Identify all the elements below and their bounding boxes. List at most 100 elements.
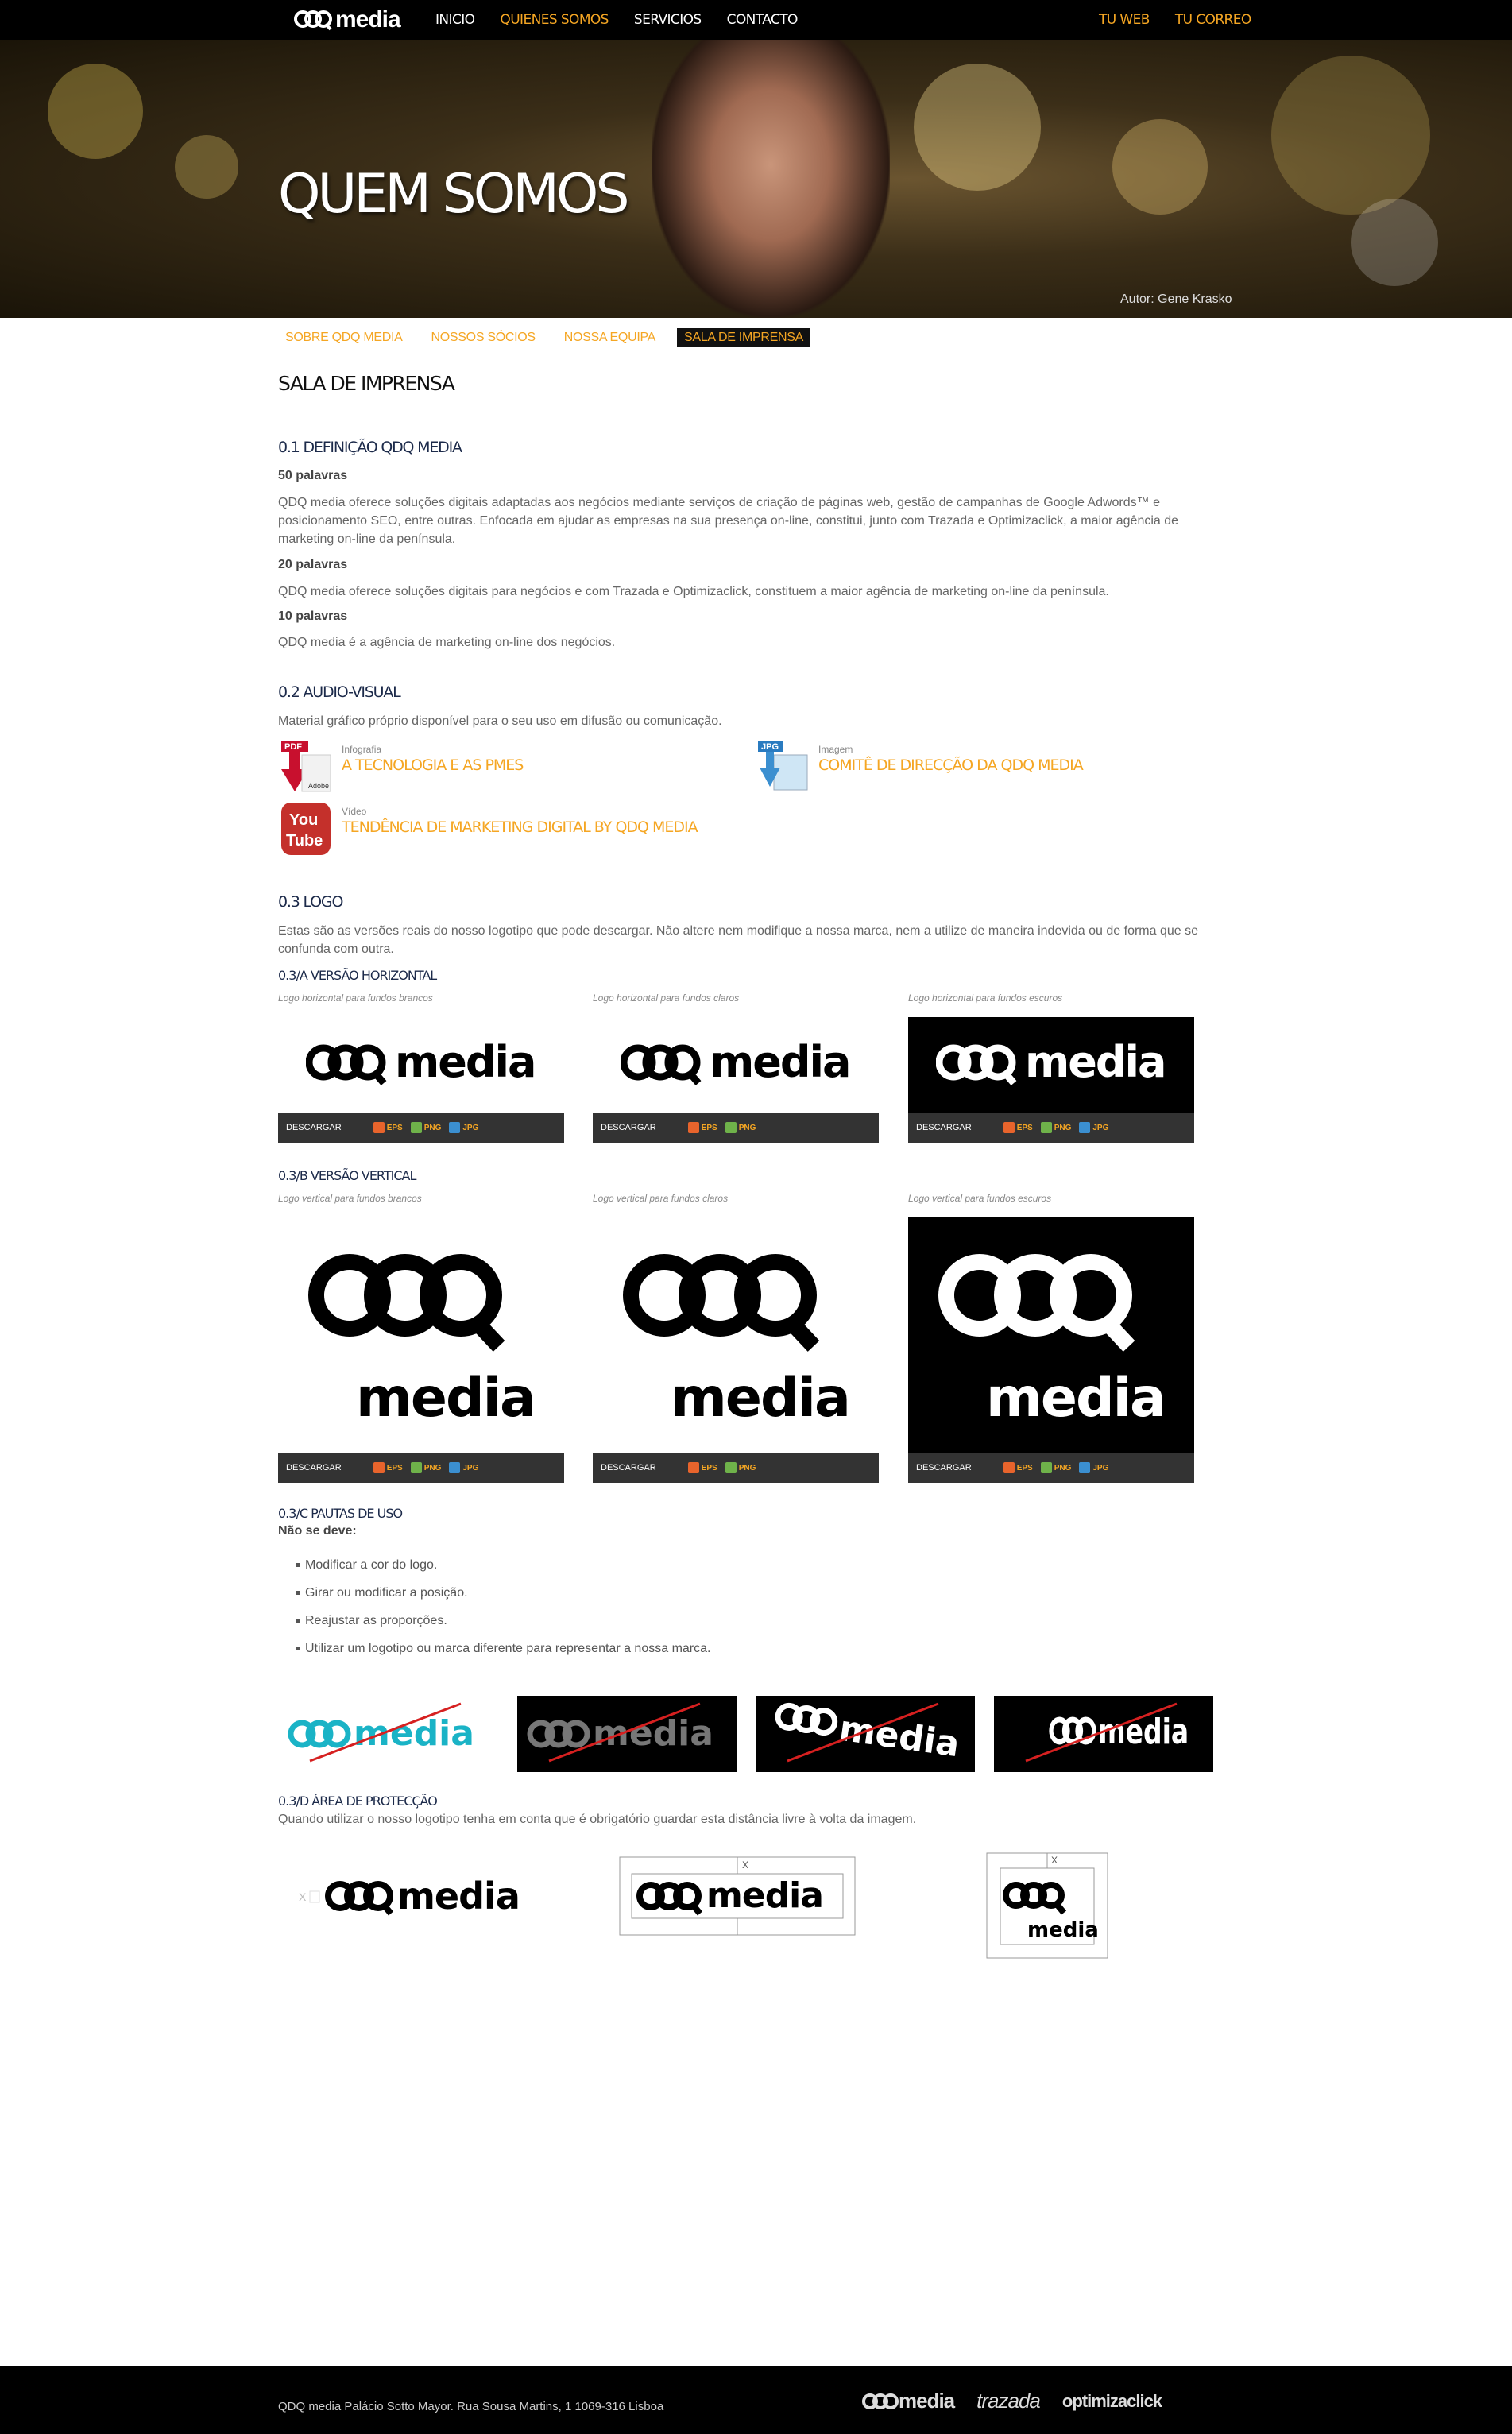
download-png[interactable]: PNG	[725, 1462, 756, 1473]
logo-card-horizontal-light: media DESCARGAR EPS PNG	[593, 1017, 879, 1143]
main-nav: INICIO QUIENES SOMOS SERVICIOS CONTACTO	[435, 0, 798, 40]
download-bar: DESCARGAR EPS PNG	[593, 1453, 879, 1483]
media-title[interactable]: COMITÊ DE DIRECÇÃO DA QDQ MEDIA	[818, 757, 1084, 774]
hero-photo-person	[652, 40, 890, 318]
footer-brand-optimizaclick[interactable]: optimizaclick	[1062, 2391, 1162, 2412]
nav-servicios[interactable]: SERVICIOS	[634, 12, 702, 28]
pdf-icon: PDF Adobe	[278, 739, 334, 795]
download-eps[interactable]: EPS	[1003, 1122, 1033, 1133]
misuse-color: media	[278, 1696, 497, 1772]
logo-caption: Logo horizontal para fundos escuros	[908, 993, 1063, 1004]
jpg-icon: JPG	[755, 739, 810, 795]
nav-tu-web[interactable]: TU WEB	[1099, 12, 1150, 28]
youtube-icon: You Tube	[278, 801, 334, 857]
download-png[interactable]: PNG	[1040, 1122, 1071, 1133]
media-kind: Infografia	[342, 744, 382, 755]
download-png[interactable]: PNG	[1040, 1462, 1071, 1473]
jpg-icon	[1079, 1462, 1091, 1473]
png-icon	[410, 1462, 422, 1473]
qdq-logo-icon: media	[621, 1037, 851, 1087]
logo-vertical-image: media	[593, 1217, 879, 1453]
format-label: EPS	[1016, 1463, 1033, 1472]
subnav-equipa[interactable]: NOSSA EQUIPA	[557, 328, 663, 347]
format-label: EPS	[1016, 1123, 1033, 1132]
download-jpg[interactable]: JPG	[449, 1122, 478, 1133]
logo-wordmark: media	[593, 1713, 713, 1754]
label-20: 20 palavras	[278, 558, 348, 571]
download-eps[interactable]: EPS	[687, 1462, 717, 1473]
download-label: DESCARGAR	[916, 1123, 972, 1132]
logo-card-vertical-dark: media DESCARGAR EPS PNG JPG	[908, 1217, 1194, 1483]
footer-address: QDQ media Palácio Sotto Mayor. Rua Sousa…	[278, 2400, 664, 2413]
jpg-icon	[449, 1462, 461, 1473]
format-label: EPS	[701, 1123, 717, 1132]
adobe-label: Adobe	[308, 782, 329, 790]
protection-example-2: X media	[619, 1856, 856, 1936]
hero-photo-credit: Autor: Gene Krasko	[1120, 292, 1232, 306]
download-png[interactable]: PNG	[410, 1462, 442, 1473]
usage-rules-list: Modificar a cor do logo. Girar ou modifi…	[296, 1551, 710, 1662]
nav-right: TU WEB TU CORREO	[1099, 0, 1251, 40]
section-02-desc: Material gráfico próprio disponível para…	[278, 714, 722, 728]
png-icon	[1040, 1462, 1052, 1473]
media-kind: Imagem	[818, 744, 853, 755]
subnav-socios[interactable]: NOSSOS SÓCIOS	[424, 328, 543, 347]
download-eps[interactable]: EPS	[1003, 1462, 1033, 1473]
media-title[interactable]: A TECNOLOGIA E AS PMES	[342, 757, 524, 774]
format-label: PNG	[423, 1463, 442, 1472]
download-jpg[interactable]: JPG	[1079, 1462, 1108, 1473]
download-label: DESCARGAR	[916, 1463, 972, 1472]
section-03-title: 0.3 LOGO	[278, 893, 343, 911]
media-item-video[interactable]: You Tube Vídeo TENDÊNCIA DE MARKETING DI…	[278, 801, 698, 857]
eps-icon	[373, 1462, 385, 1473]
subnav-sobre[interactable]: SOBRE QDQ MEDIA	[278, 328, 410, 347]
download-bar: DESCARGAR EPS PNG	[593, 1113, 879, 1143]
logo-caption: Logo vertical para fundos escuros	[908, 1193, 1052, 1204]
pdf-label: PDF	[284, 742, 302, 752]
footer-brand-qdq[interactable]: media	[862, 2389, 955, 2413]
section-03b-title: 0.3/B VERSÃO VERTICAL	[278, 1168, 416, 1183]
download-label: DESCARGAR	[601, 1463, 656, 1472]
nav-inicio[interactable]: INICIO	[435, 12, 475, 28]
png-icon	[725, 1462, 737, 1473]
list-item: Reajustar as proporções.	[296, 1607, 710, 1635]
format-label: JPG	[1092, 1123, 1109, 1132]
download-eps[interactable]: EPS	[373, 1122, 403, 1133]
media-item-imagem[interactable]: JPG Imagem COMITÊ DE DIRECÇÃO DA QDQ MED…	[755, 739, 1084, 795]
hero-title: QUEM SOMOS	[278, 163, 630, 226]
download-label: DESCARGAR	[286, 1123, 342, 1132]
logo-caption: Logo vertical para fundos claros	[593, 1193, 729, 1204]
section-03c-title: 0.3/C PAUTAS DE USO	[278, 1506, 403, 1521]
download-jpg[interactable]: JPG	[449, 1462, 478, 1473]
misuse-grey: media	[517, 1696, 737, 1772]
download-jpg[interactable]: JPG	[1079, 1122, 1108, 1133]
nav-contacto[interactable]: CONTACTO	[727, 12, 799, 28]
logo-vertical-image: media	[278, 1217, 564, 1453]
format-label: EPS	[701, 1463, 717, 1472]
nav-quienes-somos[interactable]: QUIENES SOMOS	[500, 12, 609, 28]
media-kind: Vídeo	[342, 806, 367, 817]
media-item-infografia[interactable]: PDF Adobe Infografia A TECNOLOGIA E AS P…	[278, 739, 524, 795]
logo-card-horizontal-dark: media DESCARGAR EPS PNG JPG	[908, 1017, 1194, 1143]
qdq-logo-icon	[294, 10, 332, 31]
download-png[interactable]: PNG	[725, 1122, 756, 1133]
protection-example-1: X media	[294, 1864, 564, 1928]
bokeh-light	[48, 64, 143, 159]
download-eps[interactable]: EPS	[687, 1122, 717, 1133]
eps-icon	[687, 1462, 699, 1473]
logo-card-horizontal-white: media DESCARGAR EPS PNG JPG	[278, 1017, 564, 1143]
subnav-sala-imprensa[interactable]: SALA DE IMPRENSA	[677, 328, 810, 347]
logo-horizontal-image: media	[278, 1017, 564, 1113]
download-png[interactable]: PNG	[410, 1122, 441, 1133]
logo-card-vertical-white: media DESCARGAR EPS PNG JPG	[278, 1217, 564, 1483]
x-mark: X	[742, 1859, 748, 1871]
media-title[interactable]: TENDÊNCIA DE MARKETING DIGITAL BY QDQ ME…	[342, 818, 698, 836]
qdq-logo-icon: media	[938, 1254, 1166, 1430]
png-icon	[725, 1122, 737, 1133]
footer-brand-trazada[interactable]: trazada	[976, 2389, 1041, 2413]
format-label: EPS	[386, 1123, 403, 1132]
brand-logo[interactable]: media	[294, 5, 401, 35]
format-label: EPS	[386, 1463, 403, 1472]
nav-tu-correo[interactable]: TU CORREO	[1175, 12, 1251, 28]
download-eps[interactable]: EPS	[373, 1462, 403, 1473]
